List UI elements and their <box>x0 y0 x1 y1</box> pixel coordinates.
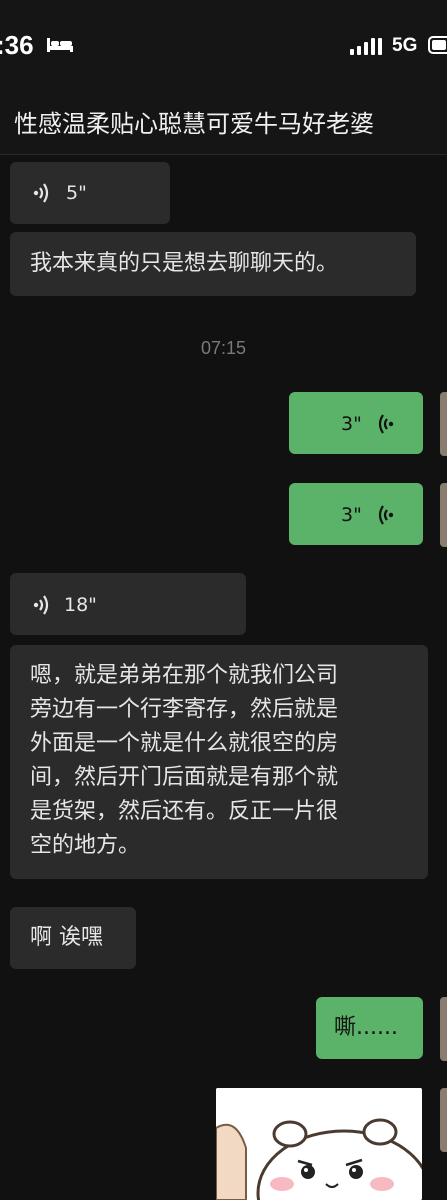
voice-wave-icon <box>378 414 394 434</box>
message-line: 嗯，就是弟弟在那个就我们公司 <box>30 663 339 688</box>
voice-duration: 5" <box>66 182 87 204</box>
message-line: 空的地方。 <box>30 833 141 858</box>
text-message-outgoing[interactable]: 嘶...... <box>316 997 423 1059</box>
text-message-incoming[interactable]: 我本来真的只是想去聊聊天的。 <box>10 232 416 296</box>
voice-wave-icon <box>33 595 49 615</box>
cellular-signal-icon <box>350 38 382 55</box>
battery-icon <box>428 36 447 54</box>
voice-wave-icon <box>33 183 49 203</box>
message-text: 啊 诶嘿 <box>30 925 103 950</box>
voice-wave-icon <box>378 505 394 525</box>
my-avatar[interactable] <box>440 997 447 1061</box>
voice-message-incoming[interactable]: 5" <box>10 162 170 224</box>
my-avatar[interactable] <box>440 392 447 456</box>
my-avatar[interactable] <box>440 1088 447 1152</box>
message-text: 我本来真的只是想去聊聊天的。 <box>30 251 339 276</box>
hamster-sticker-icon <box>216 1088 422 1200</box>
message-line: 外面是一个就是什么就很空的房 <box>30 731 339 756</box>
voice-duration: 3" <box>341 413 362 435</box>
voice-message-incoming[interactable]: 18" <box>10 573 246 635</box>
text-message-incoming[interactable]: 啊 诶嘿 <box>10 907 136 969</box>
message-line: 旁边有一个行李寄存，然后就是 <box>30 697 339 722</box>
sticker-message-outgoing[interactable] <box>216 1088 422 1200</box>
voice-message-outgoing[interactable]: 3" <box>289 392 423 454</box>
message-line: 是货架，然后还有。反正一片很 <box>30 799 339 824</box>
my-avatar[interactable] <box>440 483 447 547</box>
sleep-focus-icon <box>47 38 73 52</box>
voice-message-outgoing[interactable]: 3" <box>289 483 423 545</box>
message-timestamp: 07:15 <box>200 338 247 358</box>
status-bar: :36 5G <box>0 0 447 92</box>
status-time: :36 <box>0 30 34 60</box>
message-text: 嘶...... <box>334 1015 398 1040</box>
chat-header: 性感温柔贴心聪慧可爱牛马好老婆 <box>0 92 447 155</box>
network-type: 5G <box>392 35 418 56</box>
voice-duration: 18" <box>64 594 97 616</box>
message-line: 间，然后开门后面就是有那个就 <box>30 765 339 790</box>
chat-title[interactable]: 性感温柔贴心聪慧可爱牛马好老婆 <box>14 104 374 139</box>
text-message-incoming[interactable]: 嗯，就是弟弟在那个就我们公司 旁边有一个行李寄存，然后就是 外面是一个就是什么就… <box>10 645 428 879</box>
voice-duration: 3" <box>341 504 362 526</box>
